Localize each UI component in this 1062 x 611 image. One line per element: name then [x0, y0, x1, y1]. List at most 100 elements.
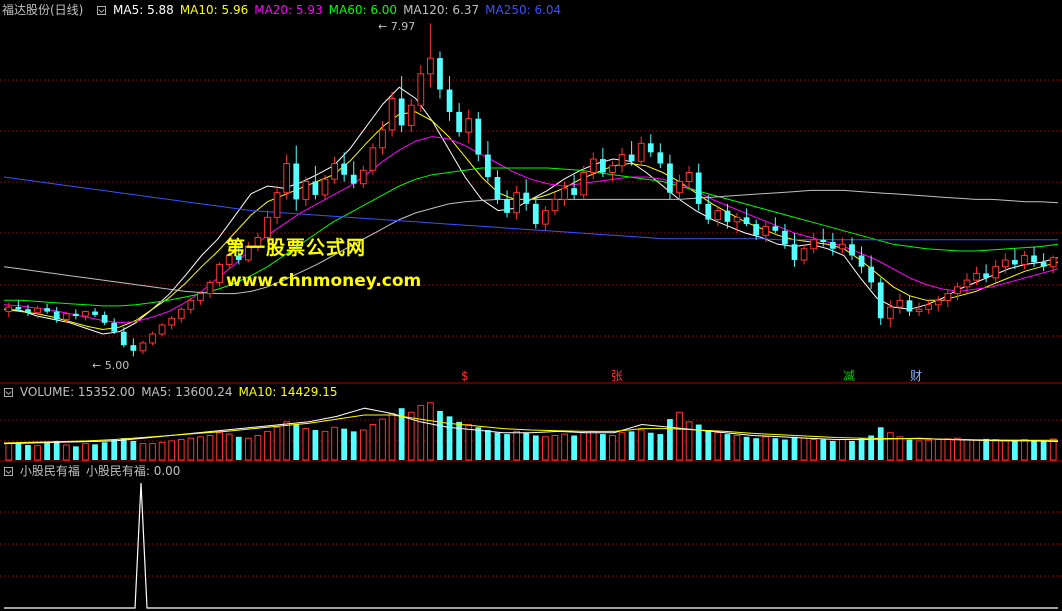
- candle-body: [714, 210, 722, 221]
- volume-bar: [849, 440, 855, 460]
- volume-bar: [714, 432, 722, 461]
- volume-bar: [369, 424, 377, 461]
- volume-toggle-icon[interactable]: [4, 388, 13, 397]
- candle-body: [896, 299, 904, 308]
- indicator-spike-line: [4, 482, 1058, 609]
- volume-bar: [427, 402, 434, 461]
- candle-body: [44, 308, 50, 312]
- candle-body: [934, 299, 942, 306]
- candle-body: [1040, 262, 1047, 267]
- volume-bar: [130, 440, 137, 460]
- volume-bar: [915, 440, 923, 461]
- candle-body: [810, 239, 818, 250]
- candle-body: [523, 192, 530, 204]
- candle-body: [886, 306, 894, 319]
- candle-body: [829, 242, 836, 249]
- volume-bar: [120, 438, 127, 460]
- volume-bar: [485, 430, 491, 460]
- volume-bar: [532, 435, 539, 460]
- candle-body: [753, 224, 760, 236]
- volume-bar: [302, 428, 310, 461]
- event-mark-jian[interactable]: 减: [843, 369, 855, 383]
- volume-bar: [628, 431, 635, 460]
- candle-body: [456, 111, 463, 133]
- event-mark-dollar[interactable]: $: [461, 369, 469, 383]
- candle-body: [341, 163, 348, 175]
- volume-bar: [111, 439, 118, 460]
- volume-bar: [571, 435, 577, 460]
- candle-body: [724, 210, 731, 222]
- candle-body: [197, 293, 204, 301]
- candle-body: [62, 313, 70, 320]
- volume-bar: [350, 431, 357, 460]
- indicator-label-1: 小股民有福: 0.00: [85, 464, 181, 478]
- volume-bar: [293, 424, 300, 460]
- volume-bar: [667, 419, 673, 460]
- volume-bar: [609, 434, 616, 461]
- candle-body: [158, 324, 166, 335]
- volume-bar: [1040, 440, 1047, 460]
- volume-bar: [437, 410, 443, 460]
- volume-bar: [225, 433, 233, 461]
- candle-body: [657, 152, 664, 164]
- volume-bar: [62, 444, 70, 461]
- candle-body: [849, 244, 855, 256]
- candle-body: [369, 147, 377, 171]
- volume-bar: [743, 436, 750, 460]
- candle-body: [772, 226, 779, 231]
- volume-bar: [733, 434, 741, 461]
- candle-body: [15, 307, 22, 310]
- candle-body: [388, 97, 396, 131]
- candle-body: [580, 171, 588, 196]
- volume-bar: [973, 439, 980, 461]
- volume-bar: [925, 439, 933, 461]
- volume-bars: [5, 402, 1057, 461]
- candle-body: [139, 342, 147, 352]
- volume-bar: [791, 436, 798, 460]
- indicator-toggle-icon[interactable]: [4, 467, 13, 476]
- candle-body: [465, 118, 473, 133]
- volume-bar: [321, 430, 329, 461]
- indicator-line: [4, 482, 1058, 609]
- candle-body: [599, 159, 606, 173]
- event-mark-cai[interactable]: 财: [910, 369, 922, 383]
- candle-body: [954, 286, 961, 295]
- volume-bar: [762, 436, 770, 461]
- volume-bar: [82, 443, 89, 461]
- volume-bar: [685, 421, 693, 461]
- candle-body: [551, 198, 559, 212]
- candle-body: [877, 282, 884, 319]
- volume-bar: [1031, 440, 1037, 460]
- volume-bar: [954, 437, 961, 461]
- volume-bar: [1001, 439, 1009, 461]
- ma-label-0: MA5: 5.88: [113, 3, 174, 17]
- volume-bar: [264, 430, 271, 461]
- candle-body: [695, 172, 702, 204]
- stock-title[interactable]: 福达股份(日线): [2, 3, 83, 17]
- candle-body: [1049, 257, 1057, 268]
- watermark-title: 第一股票公式网: [226, 237, 367, 259]
- settings-toggle-icon[interactable]: [97, 6, 107, 15]
- candle-body: [504, 199, 510, 213]
- volume-bar: [206, 434, 214, 461]
- candle-body: [618, 154, 626, 167]
- ma-label-4: MA120: 6.37: [403, 3, 480, 17]
- volume-bar: [934, 439, 942, 461]
- candle-body: [800, 248, 808, 261]
- volume-bar: [359, 429, 367, 461]
- candle-body: [628, 154, 635, 162]
- candle-body: [561, 187, 568, 200]
- candle-body: [485, 154, 491, 177]
- candle-body: [72, 313, 79, 317]
- candle-body: [647, 143, 654, 153]
- candle-body: [858, 255, 865, 267]
- volume-bar: [858, 438, 865, 460]
- volume-bar: [235, 436, 242, 460]
- volume-bar: [551, 434, 559, 461]
- volume-bar: [541, 436, 549, 461]
- volume-bar: [983, 438, 990, 460]
- event-mark-zhang[interactable]: 张: [611, 369, 623, 383]
- ma250-line: [3, 176, 1058, 241]
- candle-body: [1012, 259, 1018, 265]
- indicator-legend: 小股民有福 小股民有福: 0.00: [20, 464, 187, 478]
